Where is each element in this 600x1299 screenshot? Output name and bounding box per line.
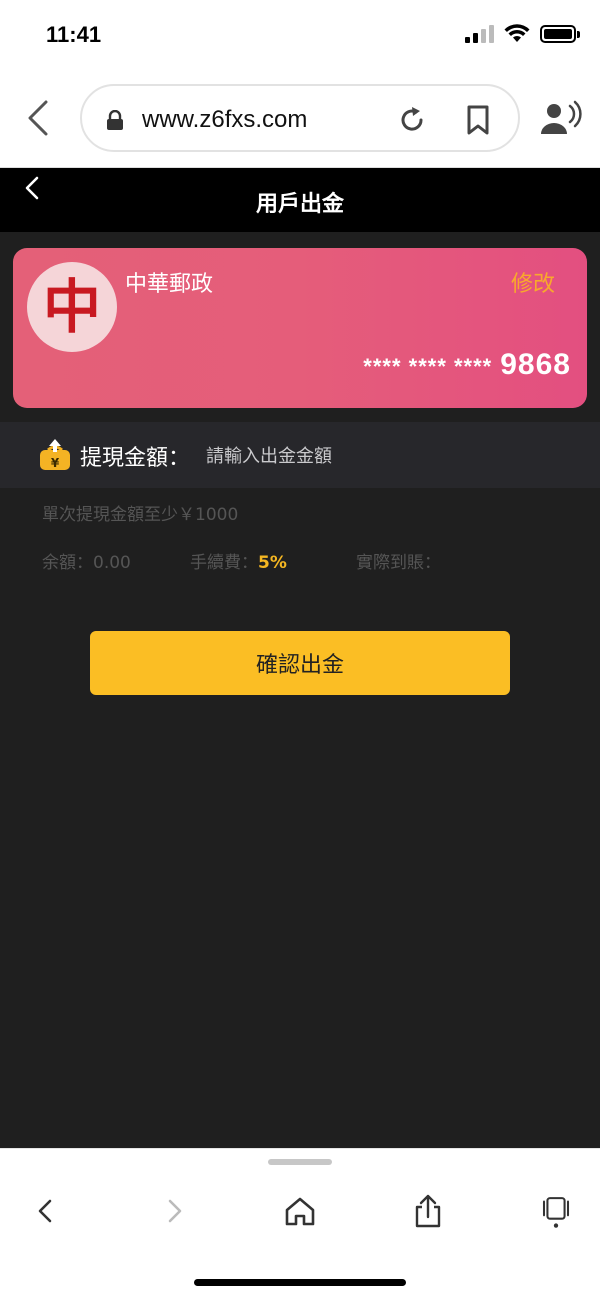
actual-received-text: 實際到賬： bbox=[356, 553, 441, 573]
money-bag-icon: ¥ bbox=[40, 439, 70, 470]
browser-back-icon[interactable] bbox=[24, 98, 54, 138]
back-icon[interactable] bbox=[28, 1193, 64, 1229]
url-field[interactable]: www.z6fxs.com bbox=[80, 84, 520, 152]
edit-card-link[interactable]: 修改 bbox=[511, 266, 555, 298]
url-text: www.z6fxs.com bbox=[142, 106, 308, 133]
fee-info-row: 余額：0.00 手續費：5% 實際到賬： bbox=[42, 548, 562, 574]
browser-address-bar: www.z6fxs.com bbox=[0, 74, 600, 168]
status-icons bbox=[465, 24, 580, 44]
wifi-icon bbox=[504, 24, 530, 42]
card-number-mask: **** **** **** bbox=[363, 354, 493, 379]
status-time: 11:41 bbox=[46, 22, 102, 47]
confirm-withdraw-button[interactable]: 確認出金 bbox=[90, 631, 510, 695]
card-number: **** **** **** 9868 bbox=[363, 348, 571, 382]
browser-toolbar bbox=[0, 1148, 600, 1299]
home-indicator bbox=[194, 1279, 406, 1286]
toolbar-grabber[interactable] bbox=[268, 1159, 332, 1165]
withdraw-amount-label: 提現金額： bbox=[80, 446, 191, 471]
fee-text: 手續費：5% bbox=[190, 548, 287, 573]
battery-icon bbox=[540, 25, 580, 43]
card-last-four: 9868 bbox=[500, 348, 571, 381]
forward-icon[interactable] bbox=[156, 1193, 192, 1229]
cellular-signal-icon bbox=[465, 25, 494, 43]
fee-label: 手續費： bbox=[190, 553, 258, 573]
bank-logo: 中 bbox=[27, 262, 117, 352]
app-header: 用戶出金 bbox=[0, 168, 600, 232]
bookmark-icon[interactable] bbox=[464, 104, 492, 136]
voice-reader-icon[interactable] bbox=[540, 100, 582, 136]
bank-name: 中華郵政 bbox=[125, 272, 214, 297]
share-icon[interactable] bbox=[410, 1193, 446, 1229]
balance-text: 余額：0.00 bbox=[42, 553, 131, 573]
svg-text:¥: ¥ bbox=[51, 456, 60, 470]
withdraw-amount-input[interactable] bbox=[206, 441, 566, 471]
tabs-icon[interactable] bbox=[538, 1193, 574, 1229]
bank-card: 中 中華郵政 修改 **** **** **** 9868 bbox=[13, 248, 587, 408]
status-bar: 11:41 bbox=[0, 0, 600, 74]
lock-icon bbox=[107, 110, 123, 130]
minimum-withdraw-note: 單次提現金額至少￥1000 bbox=[42, 505, 239, 525]
bank-logo-glyph: 中 bbox=[42, 273, 101, 341]
fee-value: 5% bbox=[258, 553, 287, 573]
home-icon[interactable] bbox=[282, 1193, 318, 1229]
reload-icon[interactable] bbox=[396, 104, 428, 136]
page-title: 用戶出金 bbox=[255, 192, 344, 217]
withdraw-amount-row: ¥ 提現金額： bbox=[0, 422, 600, 488]
